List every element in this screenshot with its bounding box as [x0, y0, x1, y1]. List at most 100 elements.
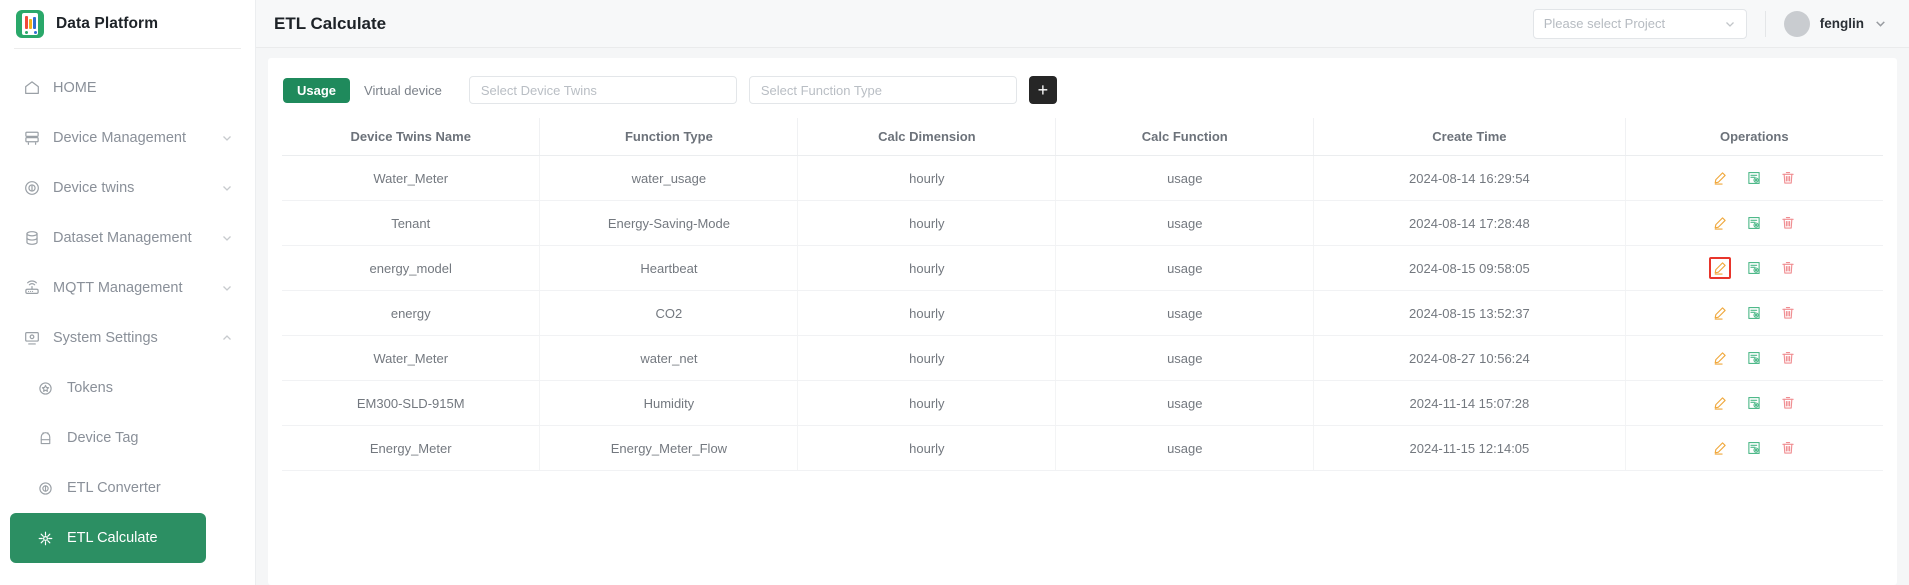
cell-create-time: 2024-08-15 13:52:37 — [1313, 290, 1626, 336]
tab-virtual-device[interactable]: Virtual device — [350, 78, 456, 103]
view-detail-icon[interactable] — [1743, 302, 1765, 324]
delete-trash-icon[interactable] — [1777, 212, 1799, 234]
cell-create-time: 2024-08-27 10:56:24 — [1313, 335, 1626, 381]
operations-group — [1632, 257, 1877, 279]
view-detail-icon[interactable] — [1743, 437, 1765, 459]
cell-device-twins-name: energy_model — [282, 245, 541, 291]
cell-create-time: 2024-08-14 16:29:54 — [1313, 155, 1626, 201]
delete-trash-icon[interactable] — [1777, 302, 1799, 324]
delete-trash-icon[interactable] — [1777, 257, 1799, 279]
project-select-placeholder: Please select Project — [1543, 16, 1666, 31]
column-header-function-type: Function Type — [539, 118, 799, 156]
chevron-down-icon — [1725, 21, 1734, 27]
tab-usage[interactable]: Usage — [283, 77, 351, 103]
cell-calc-function: usage — [1055, 380, 1315, 426]
sidebar-item-system-settings[interactable]: System Settings — [0, 313, 255, 363]
project-select[interactable]: Please select Project — [1532, 8, 1747, 39]
table-row: Water_Meter water_net hourly usage 2024-08-2… — [282, 335, 1883, 381]
sidebar-item-label: Device Management — [53, 130, 186, 146]
delete-trash-icon[interactable] — [1777, 392, 1799, 414]
cell-device-twins-name: energy — [282, 290, 541, 336]
mode-tabs: Usage Virtual device — [282, 76, 457, 104]
cell-device-twins-name: Water_Meter — [282, 155, 541, 201]
cell-calc-dimension: hourly — [797, 200, 1057, 246]
cell-calc-function: usage — [1055, 425, 1315, 471]
sidebar-item-device-tag[interactable]: Device Tag — [0, 413, 255, 463]
cell-calc-dimension: hourly — [797, 290, 1057, 336]
edit-pencil-icon[interactable] — [1709, 392, 1731, 414]
view-detail-icon[interactable] — [1743, 212, 1765, 234]
sidebar-item-device-management[interactable]: Device Management — [0, 113, 255, 163]
delete-trash-icon[interactable] — [1777, 167, 1799, 189]
edit-pencil-icon[interactable] — [1709, 437, 1731, 459]
sidebar-item-home[interactable]: HOME — [0, 63, 255, 113]
add-button[interactable]: + — [1028, 76, 1057, 104]
chevron-down-icon — [223, 286, 231, 291]
operations-group — [1632, 212, 1877, 234]
edit-pencil-icon[interactable] — [1709, 302, 1731, 324]
main-area: ETL Calculate Please select Project feng… — [256, 0, 1909, 585]
sidebar-item-etl-calculate[interactable]: ETL Calculate — [10, 513, 206, 563]
table-row: Tenant Energy-Saving-Mode hourly usage 2024-… — [282, 200, 1883, 246]
topbar-right: Please select Project fenglin — [1532, 8, 1887, 39]
cell-function-type: water_usage — [539, 155, 799, 201]
table-row: EM300-SLD-915M Humidity hourly usage 2024-11… — [282, 380, 1883, 426]
cell-function-type: water_net — [539, 335, 799, 381]
sidebar-item-dataset-management[interactable]: Dataset Management — [0, 213, 255, 263]
sidebar-item-device-twins[interactable]: Device twins — [0, 163, 255, 213]
table-body: Water_Meter water_usage hourly usage 2024-08… — [282, 155, 1883, 471]
avatar — [1783, 10, 1810, 37]
cell-device-twins-name: Water_Meter — [282, 335, 541, 381]
cell-operations — [1625, 290, 1883, 336]
sidebar-item-mqtt-management[interactable]: MQTT Management — [0, 263, 255, 313]
cell-function-type: Energy_Meter_Flow — [539, 425, 799, 471]
bar-chart-logo-icon — [16, 10, 44, 38]
column-header-calc-function: Calc Function — [1055, 118, 1315, 156]
user-menu[interactable]: fenglin — [1783, 10, 1887, 37]
cell-create-time: 2024-11-15 12:14:05 — [1313, 425, 1626, 471]
edit-pencil-icon[interactable] — [1709, 347, 1731, 369]
cell-device-twins-name: Tenant — [282, 200, 541, 246]
edit-pencil-icon[interactable] — [1709, 212, 1731, 234]
cell-create-time: 2024-11-14 15:07:28 — [1313, 380, 1626, 426]
table-container: Device Twins Name Function Type Calc Dimen… — [268, 118, 1897, 585]
sidebar-item-label: Tokens — [67, 380, 113, 396]
view-detail-icon[interactable] — [1743, 392, 1765, 414]
chevron-down-icon — [223, 186, 231, 191]
chevron-down-icon — [1876, 21, 1885, 27]
converter-icon — [36, 479, 55, 498]
sidebar-nav: HOME Device Management Device twins Dataset… — [0, 49, 255, 563]
content-area: UsageVirtual device + Device Twins NameF… — [256, 48, 1909, 585]
table-row: Energy_Meter Energy_Meter_Flow hourly usage… — [282, 425, 1883, 471]
edit-pencil-icon[interactable] — [1709, 167, 1731, 189]
cell-calc-dimension: hourly — [797, 335, 1057, 381]
cell-calc-function: usage — [1055, 200, 1315, 246]
page-title: ETL Calculate — [274, 13, 387, 33]
sidebar-item-label: Device twins — [53, 180, 135, 196]
cell-operations — [1625, 200, 1883, 246]
column-header-create-time: Create Time — [1313, 118, 1626, 156]
cell-device-twins-name: EM300-SLD-915M — [282, 380, 541, 426]
function-type-filter-input[interactable] — [748, 76, 1017, 104]
view-detail-icon[interactable] — [1743, 347, 1765, 369]
cell-calc-dimension: hourly — [797, 245, 1057, 291]
sidebar-item-etl-converter[interactable]: ETL Converter — [0, 463, 255, 513]
view-detail-icon[interactable] — [1743, 257, 1765, 279]
topbar-divider — [1764, 10, 1766, 37]
table-row: energy_model Heartbeat hourly usage 2024-08-… — [282, 245, 1883, 291]
sidebar-item-label: ETL Converter — [67, 480, 161, 496]
token-star-icon — [36, 379, 55, 398]
tag-icon — [36, 429, 55, 448]
delete-trash-icon[interactable] — [1777, 437, 1799, 459]
edit-pencil-icon[interactable] — [1709, 257, 1732, 279]
cell-calc-dimension: hourly — [797, 380, 1057, 426]
cell-operations — [1625, 335, 1883, 381]
device-twins-filter-input[interactable] — [468, 76, 737, 104]
router-icon — [22, 279, 41, 298]
sidebar-item-label: System Settings — [53, 330, 158, 346]
sidebar-item-tokens[interactable]: Tokens — [0, 363, 255, 413]
brand-title: Data Platform — [56, 15, 159, 32]
delete-trash-icon[interactable] — [1777, 347, 1799, 369]
view-detail-icon[interactable] — [1743, 167, 1765, 189]
operations-group — [1632, 437, 1877, 459]
